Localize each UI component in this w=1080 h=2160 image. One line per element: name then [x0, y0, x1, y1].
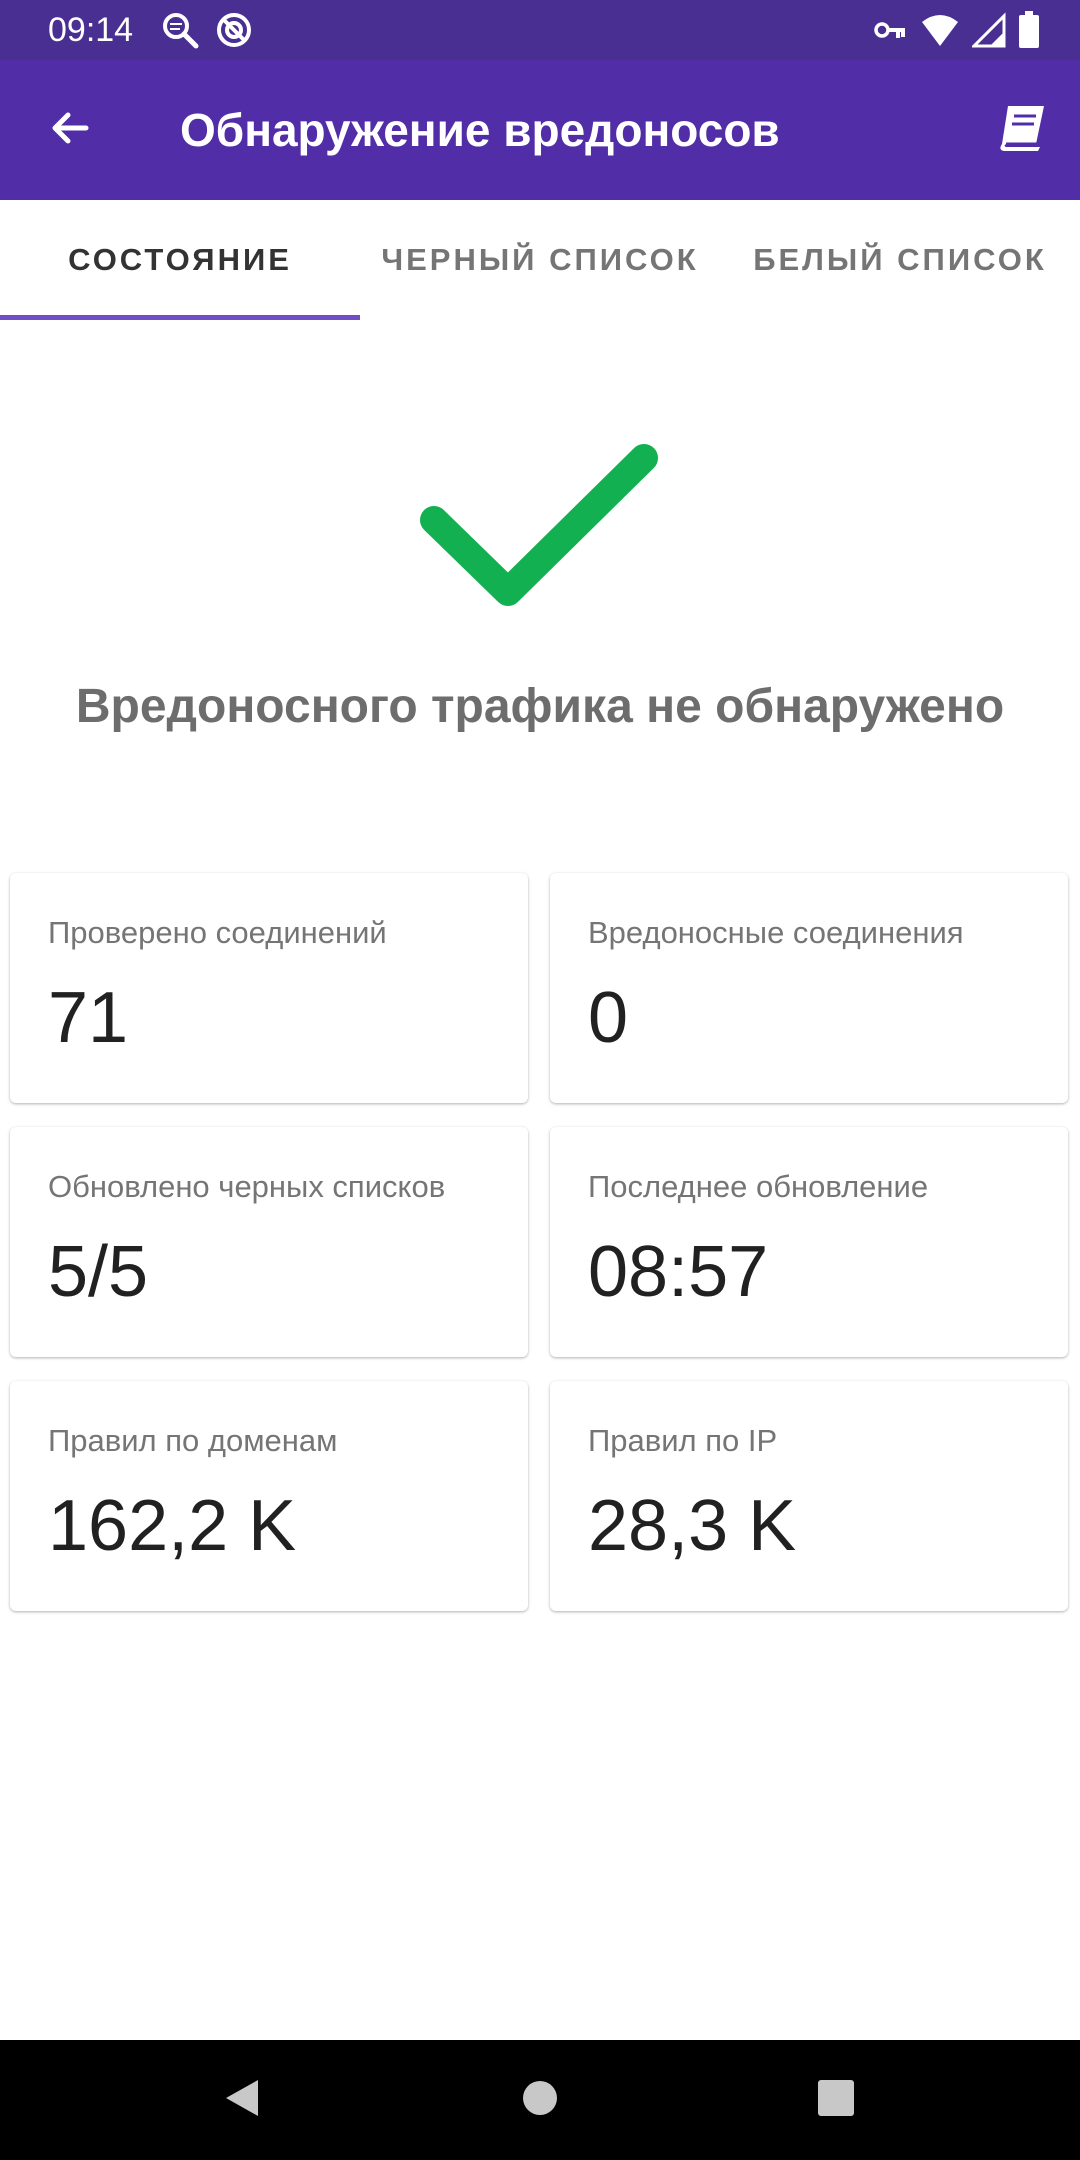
card-checked-connections: Проверено соединений 71: [10, 873, 528, 1103]
card-value: 162,2 K: [48, 1486, 297, 1566]
page-title: Обнаружение вредоносов: [180, 104, 780, 156]
search-status-icon: [160, 10, 200, 50]
tab-indicator: [0, 315, 360, 320]
wifi-icon: [920, 12, 960, 48]
status-right-icons: [872, 10, 1040, 50]
card-ip-rules: Правил по IP 28,3 K: [550, 1381, 1068, 1611]
tab-bar: СОСТОЯНИЕ ЧЕРНЫЙ СПИСОК БЕЛЫЙ СПИСОК: [0, 200, 1080, 320]
vpn-key-icon: [872, 12, 908, 48]
app-bar: Обнаружение вредоносов: [0, 60, 1080, 200]
nav-recents-button[interactable]: [806, 2070, 866, 2130]
card-value: 28,3 K: [588, 1486, 797, 1566]
tab-status[interactable]: СОСТОЯНИЕ: [0, 200, 360, 320]
status-message: Вредоносного трафика не обнаружено: [75, 680, 1005, 733]
tab-whitelist[interactable]: БЕЛЫЙ СПИСОК: [720, 200, 1080, 320]
recents-square-icon: [816, 2078, 856, 2123]
signal-icon: [972, 12, 1006, 48]
book-icon: [994, 100, 1050, 161]
status-time: 09:14: [48, 11, 134, 49]
status-left-icons: [160, 10, 254, 50]
card-label: Вредоносные соединения: [588, 915, 964, 950]
battery-icon: [1018, 11, 1040, 49]
back-triangle-icon: [220, 2076, 264, 2125]
back-button[interactable]: [36, 96, 104, 164]
home-circle-icon: [520, 2078, 560, 2123]
card-value: 0: [588, 978, 629, 1058]
card-label: Проверено соединений: [48, 915, 387, 950]
card-label: Последнее обновление: [588, 1169, 929, 1204]
circle-status-icon: [214, 10, 254, 50]
tab-blacklist[interactable]: ЧЕРНЫЙ СПИСОК: [360, 200, 720, 320]
screen: 09:14 Обнаружение вредоносов СОСТОЯНИЕ Ч…: [0, 0, 1080, 2160]
guide-button[interactable]: [988, 96, 1056, 164]
nav-back-button[interactable]: [212, 2070, 272, 2130]
card-value: 5/5: [48, 1232, 149, 1312]
checkmark-icon: [420, 430, 660, 610]
card-malicious-connections: Вредоносные соединения 0: [550, 873, 1068, 1103]
status-bar: 09:14: [0, 0, 1080, 60]
arrow-left-icon: [46, 104, 94, 157]
card-label: Обновлено черных списков: [48, 1169, 446, 1204]
nav-home-button[interactable]: [510, 2070, 570, 2130]
system-nav-bar: [0, 2040, 1080, 2160]
card-value: 08:57: [588, 1232, 769, 1312]
card-value: 71: [48, 978, 129, 1058]
card-last-update: Последнее обновление 08:57: [550, 1127, 1068, 1357]
card-label: Правил по IP: [588, 1423, 778, 1458]
card-label: Правил по доменам: [48, 1423, 338, 1458]
card-domain-rules: Правил по доменам 162,2 K: [10, 1381, 528, 1611]
card-blacklists-updated: Обновлено черных списков 5/5: [10, 1127, 528, 1357]
